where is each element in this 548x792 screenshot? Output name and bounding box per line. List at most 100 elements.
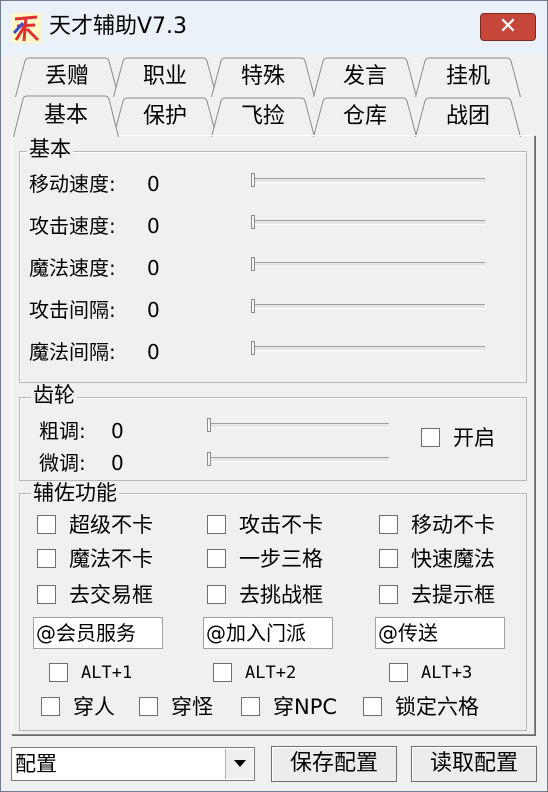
slider-thumb[interactable] [251,173,255,187]
tab-label: 挂机 [445,64,490,89]
join-sect-input[interactable]: @加入门派 [203,617,333,649]
close-button[interactable]: ✕ [480,13,536,41]
fast-magic-label: 快速魔法 [411,547,495,571]
tab-label: 职业 [142,64,187,89]
tab-diuzeng[interactable]: 丢赠 [15,57,119,97]
remove-tip-box-checkbox[interactable] [379,585,398,604]
tab-label: 基本 [43,103,88,128]
coarse-label: 粗调: [39,419,86,443]
attack-speed-slider[interactable] [251,215,485,229]
magic-speed-slider[interactable] [251,257,485,271]
alt1-label: ALT+1 [81,663,133,683]
window-title: 天才辅助V7.3 [49,14,188,39]
slider-thumb[interactable] [251,299,255,313]
gear-enable-label: 开启 [453,426,495,450]
attack-speed-value: 0 [147,214,160,238]
magic-speed-label: 魔法速度: [29,256,116,280]
alt2-checkbox[interactable] [213,663,232,682]
remove-challenge-box-label: 去挑战框 [239,583,323,607]
tab-cangku[interactable]: 仓库 [313,97,417,137]
slider-thumb[interactable] [251,215,255,229]
magic-interval-label: 魔法间隔: [29,340,116,364]
config-select-value: 配置 [15,752,57,776]
slider-thumb[interactable] [207,452,211,466]
magic-speed-value: 0 [147,256,160,280]
attack-interval-label: 攻击间隔: [29,298,116,322]
tab-label: 发言 [342,64,387,89]
alt1-checkbox[interactable] [49,663,68,682]
basic-legend: 基本 [27,137,73,161]
tab-label: 特殊 [240,64,285,89]
move-speed-slider[interactable] [251,173,485,187]
lock-six-grid-checkbox[interactable] [363,697,382,716]
pass-through-monster-checkbox[interactable] [139,697,158,716]
tab-teshu[interactable]: 特殊 [211,57,315,97]
remove-tip-box-label: 去提示框 [411,583,495,607]
super-no-lag-label: 超级不卡 [69,513,153,537]
alt3-label: ALT+3 [421,663,473,683]
alt2-label: ALT+2 [245,663,297,683]
tab-label: 飞捡 [240,104,285,129]
gear-enable-checkbox[interactable] [421,428,440,447]
move-speed-value: 0 [147,172,160,196]
pass-through-player-checkbox[interactable] [41,697,60,716]
lock-six-grid-label: 锁定六格 [395,695,479,719]
attack-no-lag-label: 攻击不卡 [239,513,323,537]
fine-slider[interactable] [207,452,389,466]
attack-interval-slider[interactable] [251,299,485,313]
coarse-value: 0 [111,419,124,443]
member-service-input[interactable]: @会员服务 [33,617,163,649]
one-step-three-label: 一步三格 [239,547,323,571]
remove-challenge-box-checkbox[interactable] [207,585,226,604]
tab-label: 丢赠 [44,64,89,89]
slider-thumb[interactable] [207,418,211,432]
save-config-button[interactable]: 保存配置 [271,746,397,782]
config-dropdown-button[interactable] [225,749,253,779]
attack-no-lag-checkbox[interactable] [207,515,226,534]
tab-fayan[interactable]: 发言 [313,57,417,97]
chevron-down-icon [234,760,246,767]
teleport-input[interactable]: @传送 [375,617,505,649]
pass-through-player-label: 穿人 [73,695,115,719]
assist-legend: 辅佐功能 [31,481,119,505]
remove-trade-box-label: 去交易框 [69,583,153,607]
move-speed-label: 移动速度: [29,172,116,196]
gear-group [19,397,527,481]
app-logo-icon [11,13,41,43]
fine-label: 微调: [39,451,86,475]
magic-interval-value: 0 [147,340,160,364]
remove-trade-box-checkbox[interactable] [37,585,56,604]
gear-legend: 齿轮 [31,383,77,407]
load-config-button[interactable]: 读取配置 [411,746,537,782]
tab-label: 仓库 [342,104,387,129]
one-step-three-checkbox[interactable] [207,549,226,568]
magic-no-lag-label: 魔法不卡 [69,547,153,571]
slider-thumb[interactable] [251,257,255,271]
tab-guaji[interactable]: 挂机 [415,57,521,97]
pass-through-monster-label: 穿怪 [171,695,213,719]
app-window: 天才辅助V7.3 ✕ 丢赠 职业 特殊 发言 挂机 保护 飞捡 仓库 战团 基本… [0,0,548,792]
title-bar[interactable]: 天才辅助V7.3 ✕ [1,1,547,55]
tab-jiben[interactable]: 基本 [13,95,119,137]
move-no-lag-checkbox[interactable] [379,515,398,534]
magic-interval-slider[interactable] [251,341,485,355]
attack-interval-value: 0 [147,298,160,322]
pass-through-npc-checkbox[interactable] [241,697,260,716]
config-select[interactable]: 配置 [11,747,255,781]
tab-label: 保护 [142,104,187,129]
coarse-slider[interactable] [207,418,389,432]
alt3-checkbox[interactable] [389,663,408,682]
tab-zhiye[interactable]: 职业 [113,57,217,97]
pass-through-npc-label: 穿NPC [273,695,338,719]
tab-label: 战团 [445,104,490,129]
fast-magic-checkbox[interactable] [379,549,398,568]
tab-feijian[interactable]: 飞捡 [211,97,315,137]
fine-value: 0 [111,451,124,475]
move-no-lag-label: 移动不卡 [411,513,495,537]
tab-zhantuan[interactable]: 战团 [415,97,521,137]
tab-baohu[interactable]: 保护 [113,97,217,137]
attack-speed-label: 攻击速度: [29,214,116,238]
super-no-lag-checkbox[interactable] [37,515,56,534]
magic-no-lag-checkbox[interactable] [37,549,56,568]
slider-thumb[interactable] [251,341,255,355]
